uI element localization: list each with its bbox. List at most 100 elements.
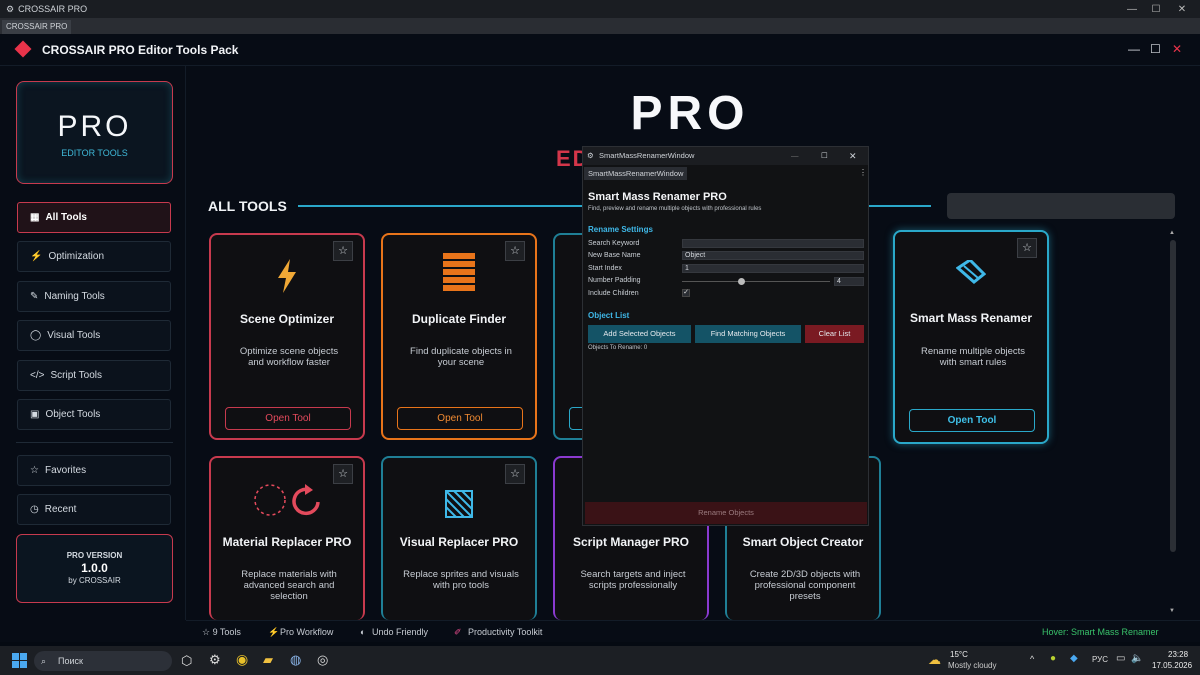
base-name-input[interactable]: Object — [682, 251, 864, 260]
sidebar-item-all-tools[interactable]: ▦ All Tools — [17, 202, 171, 233]
card-description: Rename multiple objects with smart rules — [920, 346, 1026, 368]
workflow-label: Pro Workflow — [280, 627, 334, 637]
tray-chevron-icon[interactable]: ^ — [1030, 654, 1034, 664]
settings-title: Rename Settings — [588, 225, 653, 234]
maximize-icon[interactable]: ☐ — [1150, 42, 1161, 56]
scroll-up-icon[interactable]: ▲ — [1169, 230, 1175, 236]
version-author: by CROSSAIR — [68, 576, 121, 585]
start-index-input[interactable]: 1 — [682, 264, 864, 273]
windows-start-icon[interactable] — [12, 653, 27, 668]
search-placeholder: Поиск — [58, 656, 83, 666]
sidebar-divider — [16, 442, 173, 443]
clear-list-button[interactable]: Clear List — [805, 325, 864, 343]
network-icon[interactable]: ▭ — [1116, 653, 1125, 664]
padding-slider-track[interactable] — [682, 281, 830, 282]
card-smart-mass-renamer[interactable]: ☆ Smart Mass Renamer Rename multiple obj… — [893, 230, 1049, 444]
clock-time[interactable]: 23:28 — [1168, 650, 1188, 659]
card-description: Search targets and inject scripts profes… — [580, 569, 686, 591]
sidebar-item-icon: ▦ — [30, 212, 40, 223]
padding-slider-knob[interactable] — [738, 278, 746, 285]
steam-icon[interactable]: ◍ — [290, 652, 301, 668]
sidebar-item-script-tools[interactable]: </> Script Tools — [17, 360, 171, 391]
tray-shield-icon[interactable]: ◆ — [1070, 653, 1078, 664]
card-title: Smart Mass Renamer — [909, 311, 1033, 325]
open-tool-button[interactable]: Open Tool — [225, 407, 351, 430]
sidebar-item-optimization[interactable]: ⚡ Optimization — [17, 241, 171, 272]
scroll-down-icon[interactable]: ▼ — [1169, 608, 1175, 614]
os-maximize-icon[interactable]: ☐ — [1144, 0, 1168, 18]
main-scrollbar[interactable]: ▲ ▼ — [1169, 230, 1177, 614]
find-matching-button[interactable]: Find Matching Objects — [695, 325, 801, 343]
app-icon: ⚙ — [6, 3, 15, 14]
card-description: Create 2D/3D objects with professional c… — [749, 569, 861, 602]
sidebar-item-naming-tools[interactable]: ✎ Naming Tools — [17, 281, 171, 312]
sidebar-item-visual-tools[interactable]: ◯ Visual Tools — [17, 320, 171, 351]
window-minimize-icon[interactable]: — — [791, 147, 799, 165]
renamer-tab[interactable]: SmartMassRenamerWindow — [584, 167, 688, 180]
sidebar-item-label: Naming Tools — [44, 291, 105, 302]
search-input[interactable] — [947, 193, 1175, 219]
sidebar-item-favorites[interactable]: ☆ Favorites — [17, 455, 171, 486]
keyword-input[interactable] — [682, 239, 864, 248]
sidebar-item-recent[interactable]: ◷ Recent — [17, 494, 171, 525]
open-tool-button[interactable]: Open Tool — [909, 409, 1035, 432]
app-tab[interactable]: CROSSAIR PRO — [2, 20, 72, 34]
os-close-icon[interactable]: ✕ — [1170, 0, 1194, 18]
scroll-thumb[interactable] — [1170, 240, 1176, 552]
language-indicator[interactable]: РУС — [1092, 655, 1108, 664]
window-maximize-icon[interactable]: ☐ — [821, 147, 828, 165]
taskbar-search-input[interactable]: ⌕ Поиск — [34, 651, 172, 671]
star-icon[interactable]: ☆ — [333, 241, 353, 261]
folder-icon[interactable]: ▰ — [263, 652, 273, 668]
close-icon[interactable]: ✕ — [1172, 42, 1182, 56]
padding-input[interactable]: 4 — [834, 277, 864, 286]
pencil-icon — [895, 260, 1047, 284]
crossair-app-icon[interactable]: ⚙ — [209, 652, 221, 668]
tray-app-icon[interactable]: ● — [1050, 653, 1056, 664]
undo-label: Undo Friendly — [372, 627, 429, 637]
open-tool-button[interactable]: Open Tool — [397, 407, 523, 430]
search-icon: ⌕ — [41, 656, 47, 666]
version-number: 1.0.0 — [81, 561, 108, 575]
star-icon[interactable]: ☆ — [505, 464, 525, 484]
taskbar: ⌕ Поиск ⬡ ⚙ ◉ ▰ ◍ ◎ ☁ 15°C Mostly cloudy… — [0, 646, 1200, 675]
unity-icon[interactable]: ⬡ — [181, 653, 192, 669]
rename-objects-button[interactable]: Rename Objects — [585, 502, 867, 524]
renamer-heading: Smart Mass Renamer PRO — [588, 191, 727, 203]
card-duplicate-finder[interactable]: ☆ Duplicate Finder Find duplicate object… — [381, 233, 537, 440]
card-material-replacer[interactable]: ☆ Material Replacer PRO Replace material… — [209, 456, 365, 620]
sidebar-item-icon: </> — [30, 370, 45, 381]
app-tabbar: CROSSAIR PRO — [0, 18, 1200, 34]
shield-icon: ◐ — [360, 627, 366, 637]
include-children-checkbox[interactable]: ✓ — [682, 289, 690, 297]
star-icon[interactable]: ☆ — [1017, 238, 1037, 258]
renamer-title: SmartMassRenamerWindow — [599, 151, 695, 160]
card-visual-replacer[interactable]: ☆ Visual Replacer PRO Replace sprites an… — [381, 456, 537, 620]
include-children-label: Include Children — [588, 290, 639, 297]
app-icon-2[interactable]: ◎ — [317, 652, 328, 668]
star-icon[interactable]: ☆ — [333, 464, 353, 484]
sidebar-item-object-tools[interactable]: ▣ Object Tools — [17, 399, 171, 430]
window-icon: ⚙ — [587, 151, 594, 160]
card-title: Script Manager PRO — [572, 535, 690, 549]
sidebar-item-icon: ⚡ — [30, 251, 43, 262]
chrome-icon[interactable]: ◉ — [236, 651, 248, 668]
clock-date[interactable]: 17.05.2026 — [1152, 661, 1192, 670]
base-name-label: New Base Name — [588, 252, 641, 259]
kebab-menu-icon[interactable]: ⋮ — [859, 168, 867, 177]
sidebar-item-label: All Tools — [45, 212, 87, 223]
volume-icon[interactable]: 🔈 — [1131, 653, 1143, 664]
card-scene-optimizer[interactable]: ☆ Scene Optimizer Optimize scene objects… — [209, 233, 365, 440]
window-close-icon[interactable]: ✕ — [849, 147, 857, 165]
diamond-logo-icon — [14, 40, 32, 58]
card-description: Optimize scene objects and workflow fast… — [239, 346, 339, 368]
os-minimize-icon[interactable]: — — [1120, 0, 1144, 18]
sidebar-item-label: Recent — [44, 504, 77, 515]
add-selected-button[interactable]: Add Selected Objects — [588, 325, 691, 343]
card-title: Material Replacer PRO — [222, 535, 352, 549]
version-card: PRO VERSION 1.0.0 by CROSSAIR — [16, 534, 173, 603]
minimize-icon[interactable]: — — [1128, 42, 1140, 56]
app-header: CROSSAIR PRO Editor Tools Pack — ☐ ✕ — [0, 34, 1200, 66]
sidebar-item-icon: ☆ — [30, 465, 39, 476]
card-title: Visual Replacer PRO — [399, 535, 519, 549]
